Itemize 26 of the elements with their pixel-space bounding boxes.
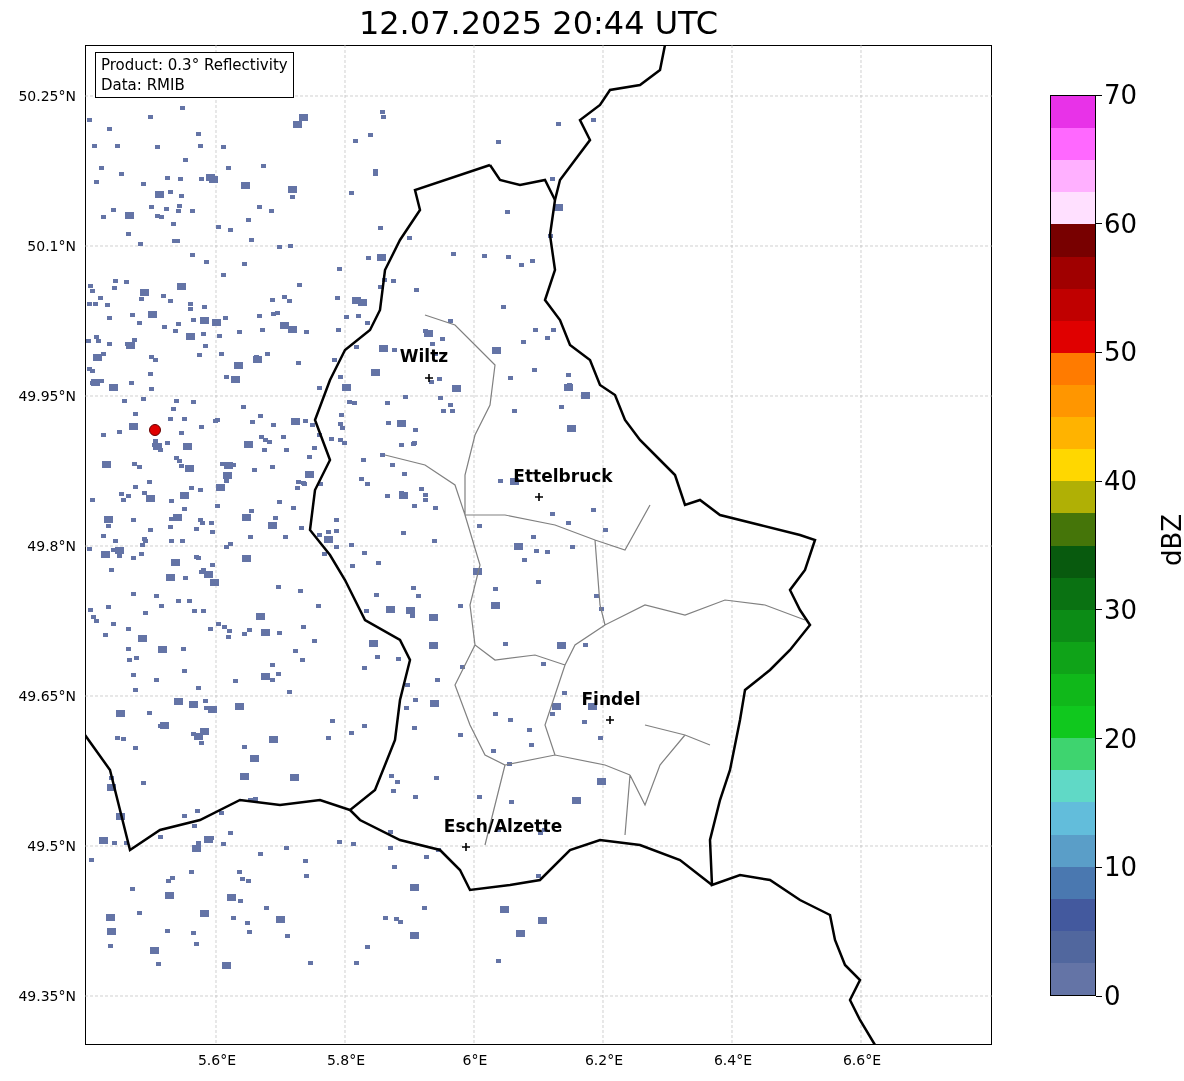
- colorbar-label: dBZ: [1157, 513, 1184, 567]
- radar-site-marker: [149, 424, 161, 436]
- latitude-label: 50.25°N: [18, 88, 76, 104]
- longitude-label: 6.2°E: [583, 1052, 625, 1068]
- latitude-label: 49.35°N: [18, 988, 76, 1004]
- city-marker-icon: [605, 715, 615, 725]
- city-marker-icon: [424, 373, 434, 383]
- longitude-label: 5.6°E: [196, 1052, 238, 1068]
- city-label: Ettelbruck: [513, 466, 613, 486]
- city-marker-icon: [534, 492, 544, 502]
- longitude-label: 6.4°E: [712, 1052, 754, 1068]
- chart-title: 12.07.2025 20:44 UTC: [358, 6, 719, 39]
- city-label: Esch/Alzette: [443, 816, 563, 836]
- latitude-label: 49.95°N: [18, 388, 76, 404]
- city-label: Findel: [581, 689, 641, 709]
- latitude-label: 49.5°N: [27, 838, 76, 854]
- city-label: Wiltz: [399, 346, 449, 366]
- legend-text: Data: RMIB: [101, 75, 186, 95]
- latitude-label: 50.1°N: [27, 238, 76, 254]
- legend-text: Product: 0.3° Reflectivity: [101, 55, 288, 75]
- latitude-label: 49.65°N: [18, 688, 76, 704]
- latitude-label: 49.8°N: [27, 538, 76, 554]
- longitude-label: 6°E: [461, 1052, 489, 1068]
- longitude-label: 6.6°E: [841, 1052, 883, 1068]
- city-marker-icon: [461, 842, 471, 852]
- longitude-label: 5.8°E: [325, 1052, 367, 1068]
